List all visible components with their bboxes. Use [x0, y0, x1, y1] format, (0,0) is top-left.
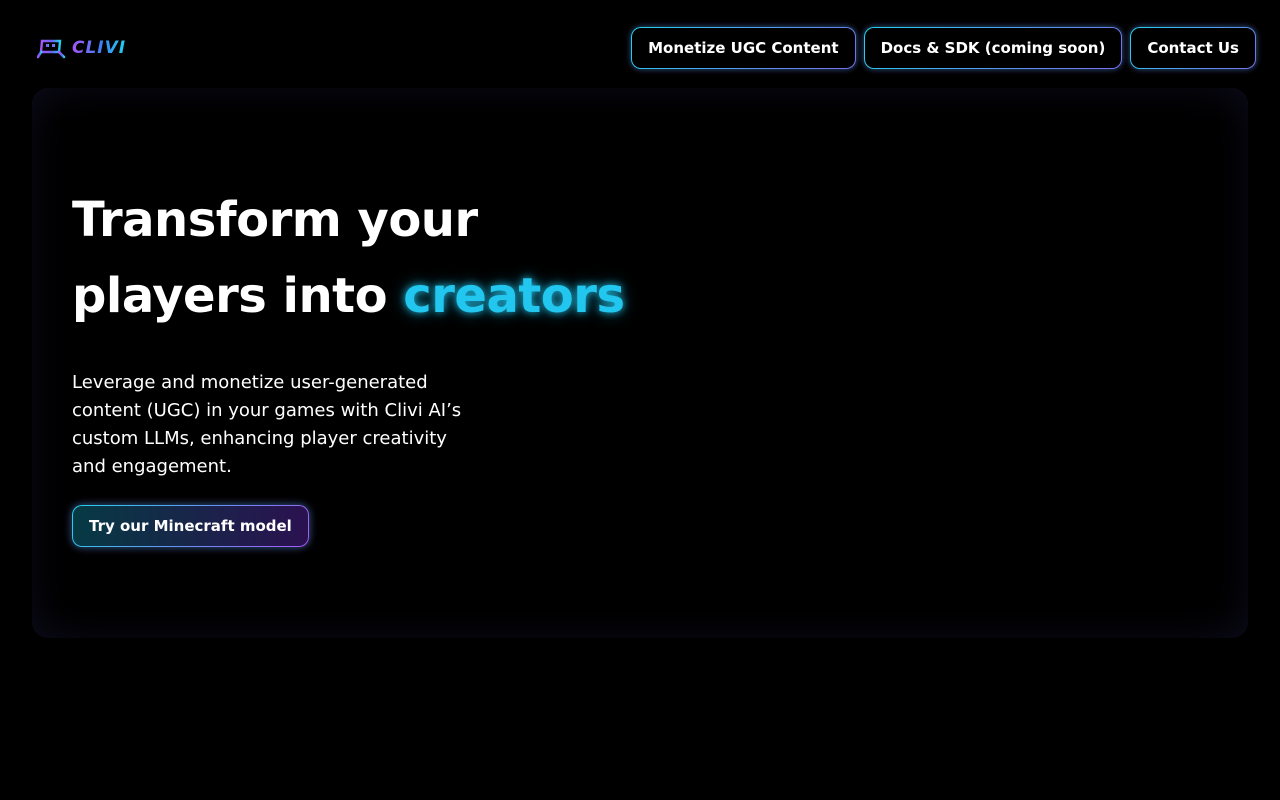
- hero-title-highlight: creators: [403, 268, 625, 324]
- logo[interactable]: CLIVI: [37, 36, 126, 60]
- hero-card: Transform your players into creators Lev…: [32, 88, 1248, 638]
- nav-monetize-ugc-button[interactable]: Monetize UGC Content: [631, 27, 855, 69]
- hero-title-prefix: players into: [72, 268, 404, 324]
- nav-docs-sdk-button[interactable]: Docs & SDK (coming soon): [864, 27, 1123, 69]
- logo-text: CLIVI: [72, 38, 127, 58]
- hero-title: Transform your players into creators: [72, 182, 625, 334]
- nav-contact-us-button[interactable]: Contact Us: [1130, 27, 1256, 69]
- main-nav: Monetize UGC Content Docs & SDK (coming …: [631, 27, 1256, 69]
- try-minecraft-model-button[interactable]: Try our Minecraft model: [72, 505, 309, 547]
- gamepad-icon: [37, 39, 66, 59]
- hero-title-line-2: players into creators: [72, 258, 625, 334]
- hero-description: Leverage and monetize user-generated con…: [72, 372, 462, 477]
- hero-title-line-1: Transform your: [72, 192, 478, 248]
- page: CLIVI Monetize UGC Content Docs & SDK (c…: [0, 0, 1280, 800]
- site-header: CLIVI Monetize UGC Content Docs & SDK (c…: [0, 0, 1280, 96]
